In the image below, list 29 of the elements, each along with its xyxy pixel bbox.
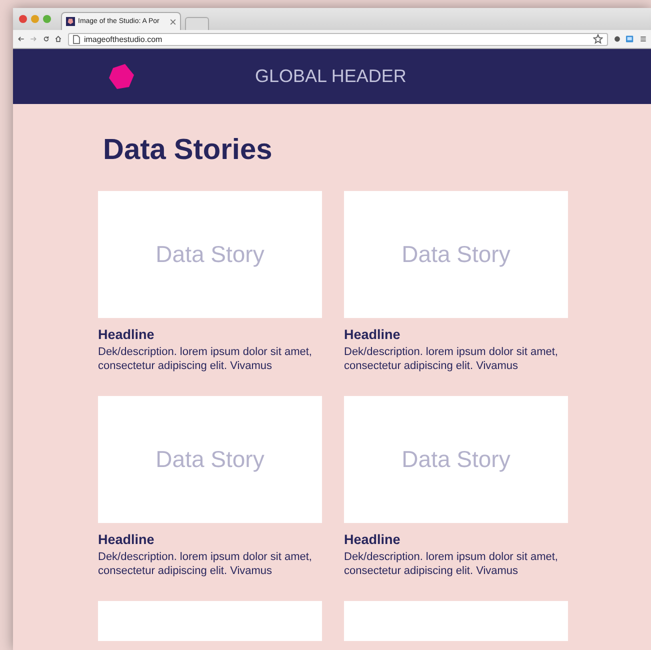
story-description: Dek/description. lorem ipsum dolor sit amet, consectetur adipiscing elit. Vivamus: [344, 345, 558, 373]
story-description: Dek/description. lorem ipsum dolor sit amet, consectetur adipiscing elit. Vivamus: [98, 345, 312, 373]
placeholder-label: Data Story: [156, 241, 264, 268]
back-arrow-icon[interactable]: [18, 34, 24, 44]
page-title: Data Stories: [103, 134, 274, 167]
header-title: GLOBAL HEADER: [255, 66, 406, 87]
story-headline[interactable]: Headline: [344, 532, 568, 547]
zoom-window-control[interactable]: [43, 15, 51, 23]
story-headline[interactable]: Headline: [344, 327, 568, 342]
forward-arrow-icon[interactable]: [30, 34, 37, 44]
story-description: Dek/description. lorem ipsum dolor sit amet, consectetur adipiscing elit. Vivamus: [98, 550, 312, 578]
close-window-control[interactable]: [19, 15, 27, 23]
new-tab-button[interactable]: [185, 17, 209, 30]
minimize-window-control[interactable]: [31, 15, 39, 23]
story-headline[interactable]: Headline: [98, 532, 322, 547]
home-icon[interactable]: [55, 34, 62, 44]
menu-icon[interactable]: [640, 34, 646, 44]
placeholder-label: Data Story: [156, 446, 264, 473]
close-tab-icon[interactable]: [170, 18, 176, 24]
logo-icon: [108, 63, 135, 90]
placeholder-label: Data Story: [402, 241, 510, 268]
star-icon[interactable]: [592, 34, 603, 44]
reload-icon[interactable]: [42, 34, 50, 44]
story-description: Dek/description. lorem ipsum dolor sit amet, consectetur adipiscing elit. Vivamus: [344, 550, 558, 578]
address-bar[interactable]: imageofthestudio.com: [68, 32, 608, 46]
story-headline[interactable]: Headline: [98, 327, 322, 342]
favicon-icon: [66, 17, 75, 26]
page-icon: [72, 34, 80, 44]
placeholder-label: Data Story: [402, 446, 510, 473]
